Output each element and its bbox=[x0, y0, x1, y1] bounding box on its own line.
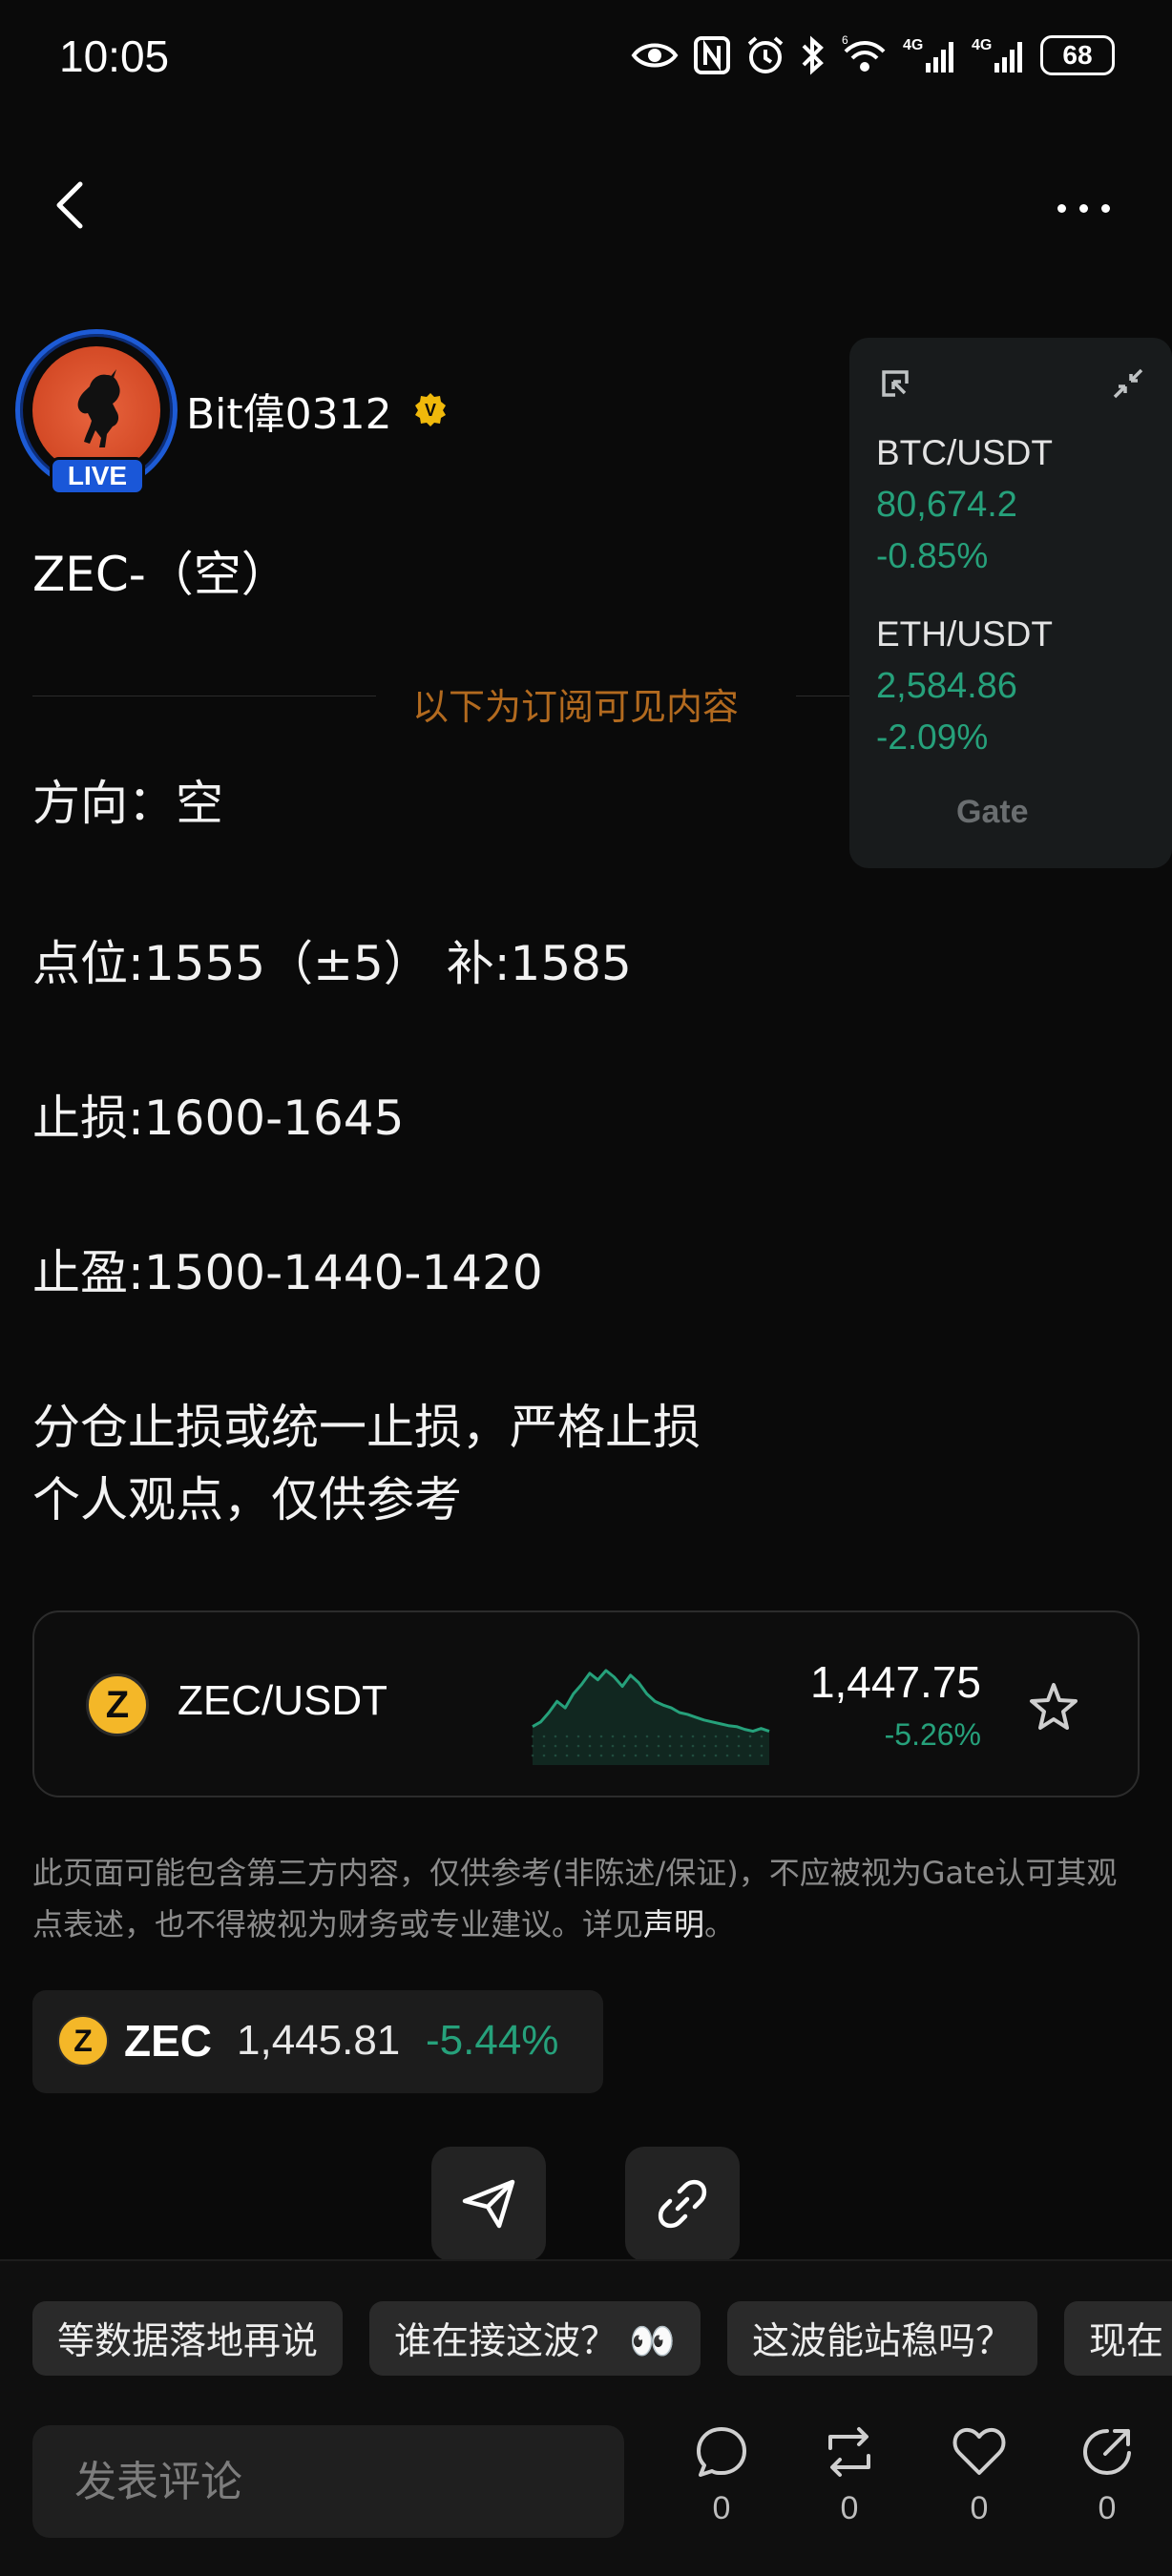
eye-icon bbox=[631, 43, 679, 68]
coin-change: -5.44% bbox=[426, 2017, 559, 2064]
battery-indicator: 68 bbox=[1040, 35, 1115, 75]
floating-ticker-widget[interactable]: BTC/USDT 80,674.2 -0.85% ETH/USDT 2,584.… bbox=[849, 338, 1172, 868]
widget-pair-eth[interactable]: ETH/USDT bbox=[876, 614, 1053, 654]
subscriber-divider-label: 以下为订阅可见内容 bbox=[412, 686, 740, 728]
live-badge: LIVE bbox=[50, 457, 145, 495]
svg-text:4G: 4G bbox=[972, 37, 992, 53]
more-button[interactable] bbox=[1057, 189, 1134, 227]
comment-bar: 等数据落地再说 谁在接这波？ 👀 这波能站稳吗？ 现在 0 0 0 0 bbox=[0, 2259, 1172, 2576]
gate-brand-logo: Gate bbox=[956, 794, 1029, 830]
svg-text:V: V bbox=[425, 401, 436, 420]
coin-price: 1,445.81 bbox=[237, 2017, 401, 2064]
repost-icon bbox=[828, 2427, 870, 2477]
svg-text:6: 6 bbox=[842, 34, 848, 47]
zec-coin-pill[interactable]: Z ZEC 1,445.81 -5.44% bbox=[32, 1990, 603, 2093]
price-sparkline bbox=[531, 1669, 770, 1765]
statement-link[interactable]: 声明 bbox=[643, 1906, 704, 1942]
more-dot bbox=[1057, 203, 1066, 213]
repost-button[interactable]: 0 bbox=[811, 2423, 888, 2547]
zec-ticker-card[interactable]: Z ZEC/USDT 1,447.75 -5.26% bbox=[32, 1610, 1140, 1797]
author-avatar[interactable]: LIVE bbox=[15, 329, 178, 495]
like-button[interactable]: 0 bbox=[941, 2423, 1017, 2547]
widget-change-eth: -2.09% bbox=[876, 717, 989, 757]
copy-link-button[interactable] bbox=[625, 2147, 740, 2261]
comment-input-box[interactable] bbox=[32, 2425, 624, 2538]
ticker-price: 1,447.75 bbox=[809, 1657, 981, 1707]
link-icon bbox=[658, 2179, 707, 2229]
chevron-left-icon bbox=[56, 181, 83, 229]
comment-input[interactable] bbox=[74, 2457, 582, 2506]
share-icon bbox=[1082, 2429, 1131, 2476]
ticker-change: -5.26% bbox=[884, 1717, 981, 1752]
comment-count: 0 bbox=[712, 2490, 731, 2526]
status-bar: 10:05 6 4G 4G 68 bbox=[0, 0, 1172, 114]
horse-logo-icon bbox=[77, 369, 120, 447]
widget-price-eth: 2,584.86 bbox=[876, 666, 1017, 706]
bluetooth-icon bbox=[802, 35, 824, 75]
nfc-icon bbox=[694, 36, 730, 74]
author-name[interactable]: Bit偉0312 bbox=[186, 380, 392, 441]
heart-icon bbox=[952, 2427, 1006, 2475]
signal-4g-icon: 4G bbox=[903, 37, 953, 73]
widget-change-btc: -0.85% bbox=[876, 536, 989, 575]
post-line-stoploss: 止损:1600-1645 bbox=[32, 1091, 405, 1146]
svg-text:4G: 4G bbox=[903, 37, 923, 53]
back-button[interactable] bbox=[48, 177, 95, 234]
expand-window-icon[interactable] bbox=[878, 366, 912, 401]
star-outline-icon[interactable] bbox=[1025, 1679, 1082, 1736]
like-count: 0 bbox=[970, 2490, 989, 2526]
verified-badge-icon: V bbox=[415, 393, 446, 426]
repost-count: 0 bbox=[840, 2490, 859, 2526]
more-dot bbox=[1079, 203, 1088, 213]
send-icon bbox=[462, 2179, 515, 2229]
status-time: 10:05 bbox=[59, 31, 170, 81]
coin-symbol: ZEC bbox=[124, 2016, 212, 2066]
subscriber-divider: 以下为订阅可见内容 bbox=[32, 677, 853, 728]
post-title: ZEC-（空） bbox=[32, 547, 289, 602]
comment-button[interactable]: 0 bbox=[683, 2423, 760, 2547]
post-line-entry: 点位:1555（±5） 补:1585 bbox=[32, 936, 632, 991]
post-line-direction: 方向：空 bbox=[32, 776, 223, 831]
ticker-pair: ZEC/USDT bbox=[178, 1677, 387, 1724]
post-line-disclaimer: 个人观点，仅供参考 bbox=[32, 1472, 462, 1527]
quick-reply-chip[interactable]: 这波能站稳吗？ bbox=[726, 2301, 1037, 2376]
post-line-note: 分仓止损或统一止损，严格止损 bbox=[32, 1400, 701, 1455]
quick-reply-chip[interactable]: 谁在接这波？ 👀 bbox=[369, 2301, 701, 2376]
comment-icon bbox=[697, 2427, 746, 2477]
collapse-icon[interactable] bbox=[1111, 366, 1145, 401]
zec-coin-icon: Z bbox=[57, 2015, 109, 2067]
status-icons: 6 4G 4G 68 bbox=[630, 34, 1115, 76]
disclaimer-text: 此页面可能包含第三方内容，仅供参考(非陈述/保证)，不应被视为Gate认可其观点… bbox=[32, 1855, 1118, 1942]
avatar bbox=[32, 346, 160, 474]
signal-4g-icon: 4G bbox=[972, 37, 1022, 73]
send-button[interactable] bbox=[431, 2147, 546, 2261]
share-count: 0 bbox=[1098, 2490, 1117, 2526]
quick-reply-chips: 等数据落地再说 谁在接这波？ 👀 这波能站稳吗？ 现在 bbox=[32, 2301, 1172, 2376]
zec-coin-icon: Z bbox=[86, 1673, 149, 1736]
third-party-disclaimer: 此页面可能包含第三方内容，仅供参考(非陈述/保证)，不应被视为Gate认可其观点… bbox=[32, 1847, 1140, 1950]
quick-reply-chip[interactable]: 现在 bbox=[1064, 2301, 1172, 2376]
quick-reply-chip[interactable]: 等数据落地再说 bbox=[32, 2301, 344, 2376]
alarm-icon bbox=[747, 36, 784, 73]
disclaimer-end: 。 bbox=[704, 1906, 736, 1942]
wifi-icon: 6 bbox=[842, 34, 886, 72]
widget-price-btc: 80,674.2 bbox=[876, 485, 1017, 525]
post-line-takeprofit: 止盈:1500-1440-1420 bbox=[32, 1245, 543, 1300]
share-button[interactable]: 0 bbox=[1069, 2423, 1145, 2547]
widget-pair-btc[interactable]: BTC/USDT bbox=[876, 433, 1053, 473]
more-dot bbox=[1101, 203, 1110, 213]
